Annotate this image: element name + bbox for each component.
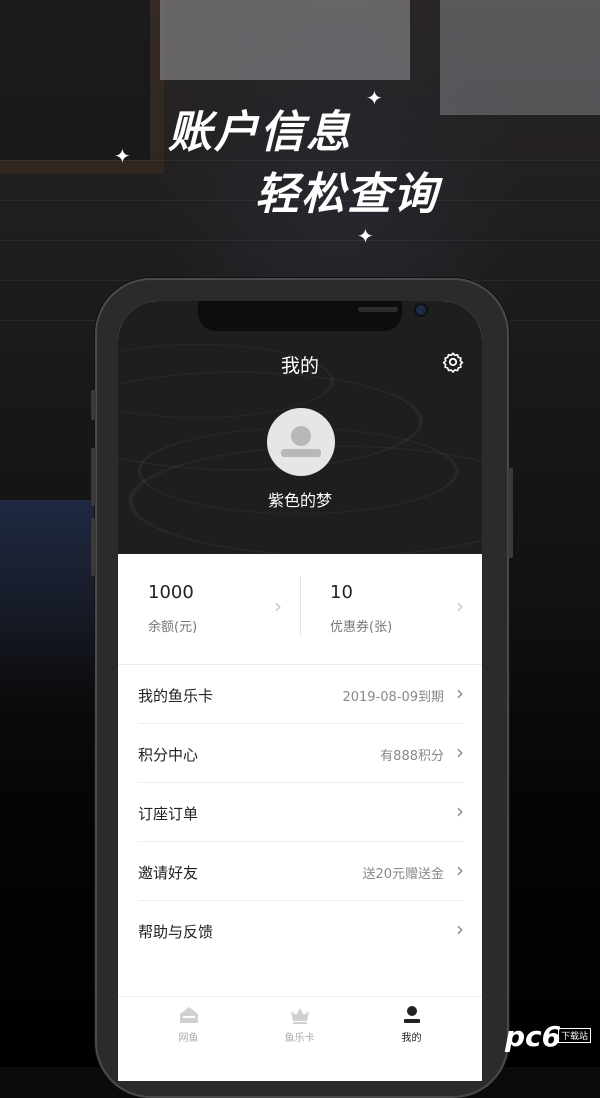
tab-mine[interactable]: 我的 [351,1005,472,1044]
chevron-right-icon: › [456,740,464,764]
sparkle-icon: ✦ [114,144,131,168]
menu-item-help-feedback[interactable]: 帮助与反馈 › [138,901,464,959]
chevron-right-icon: › [456,858,464,882]
phone-side-button [508,468,513,558]
tab-home[interactable]: 网鱼 [128,1005,249,1044]
phone-side-button [91,448,96,506]
chevron-right-icon: › [456,917,464,941]
balance-stat[interactable]: 1000 余额(元) › [118,554,300,664]
menu-item-seat-orders[interactable]: 订座订单 › [138,783,464,842]
balance-value: 1000 [148,582,194,603]
app-screen: 我的 紫色的梦 1000 余额(元) › 10 优惠券(张) › 我的鱼乐卡 2… [118,301,482,1081]
menu-item-value: 有888积分 [380,749,444,764]
avatar-head [291,426,311,446]
gear-icon[interactable] [442,351,464,373]
user-avatar-icon[interactable] [267,408,335,476]
menu-item-label: 积分中心 [138,746,199,764]
chevron-right-icon: › [456,594,464,618]
background-monitor-right [440,0,600,115]
menu-item-fish-card[interactable]: 我的鱼乐卡 2019-08-09到期 › [138,665,464,724]
camera-icon [416,305,426,315]
watermark-logo: pc6 [505,1020,562,1053]
crown-icon [290,1008,309,1024]
home-icon [179,1007,198,1023]
menu-item-invite-friends[interactable]: 邀请好友 送20元赠送金 › [138,842,464,901]
phone-notch [198,301,426,331]
tab-fish-card[interactable]: 鱼乐卡 [239,1005,360,1044]
background-window-frame [0,0,164,174]
sparkle-icon: ✦ [366,86,383,110]
bottom-tab-bar: 网鱼 鱼乐卡 我的 [118,996,482,1081]
username: 紫色的梦 [267,491,332,510]
page-title: 我的 [280,355,319,377]
chevron-right-icon: › [456,681,464,705]
background-monitor [160,0,410,80]
profile-header: 我的 紫色的梦 [118,301,482,554]
speaker [358,307,398,312]
menu-item-value: 送20元赠送金 [362,867,444,882]
balance-label: 余额(元) [148,620,198,635]
menu-item-label: 订座订单 [138,805,199,823]
menu-item-points-center[interactable]: 积分中心 有888积分 › [138,724,464,783]
chevron-right-icon: › [456,799,464,823]
menu-item-label: 邀请好友 [138,864,199,882]
coupon-stat[interactable]: 10 优惠券(张) › [300,554,482,664]
menu-item-value: 2019-08-09到期 [342,690,444,705]
menu-item-label: 我的鱼乐卡 [138,687,214,705]
watermark-badge: 下载站 [558,1028,592,1043]
tab-label: 网鱼 [178,1033,199,1044]
tab-label: 我的 [401,1033,422,1044]
coupon-label: 优惠券(张) [330,620,393,635]
phone-side-button [91,518,96,576]
sparkle-icon: ✦ [357,224,374,248]
avatar-body [281,449,321,457]
coupon-value: 10 [330,582,353,603]
tab-label: 鱼乐卡 [284,1033,315,1044]
menu-list: 我的鱼乐卡 2019-08-09到期 › 积分中心 有888积分 › 订座订单 … [118,665,482,959]
menu-item-label: 帮助与反馈 [138,923,214,941]
stats-panel: 1000 余额(元) › 10 优惠券(张) › [118,554,482,664]
headline-line-1: 账户信息 [168,107,352,158]
phone-side-button [91,390,96,420]
chevron-right-icon: › [274,594,282,618]
headline-line-2: 轻松查询 [255,169,439,220]
user-icon [403,1006,420,1023]
